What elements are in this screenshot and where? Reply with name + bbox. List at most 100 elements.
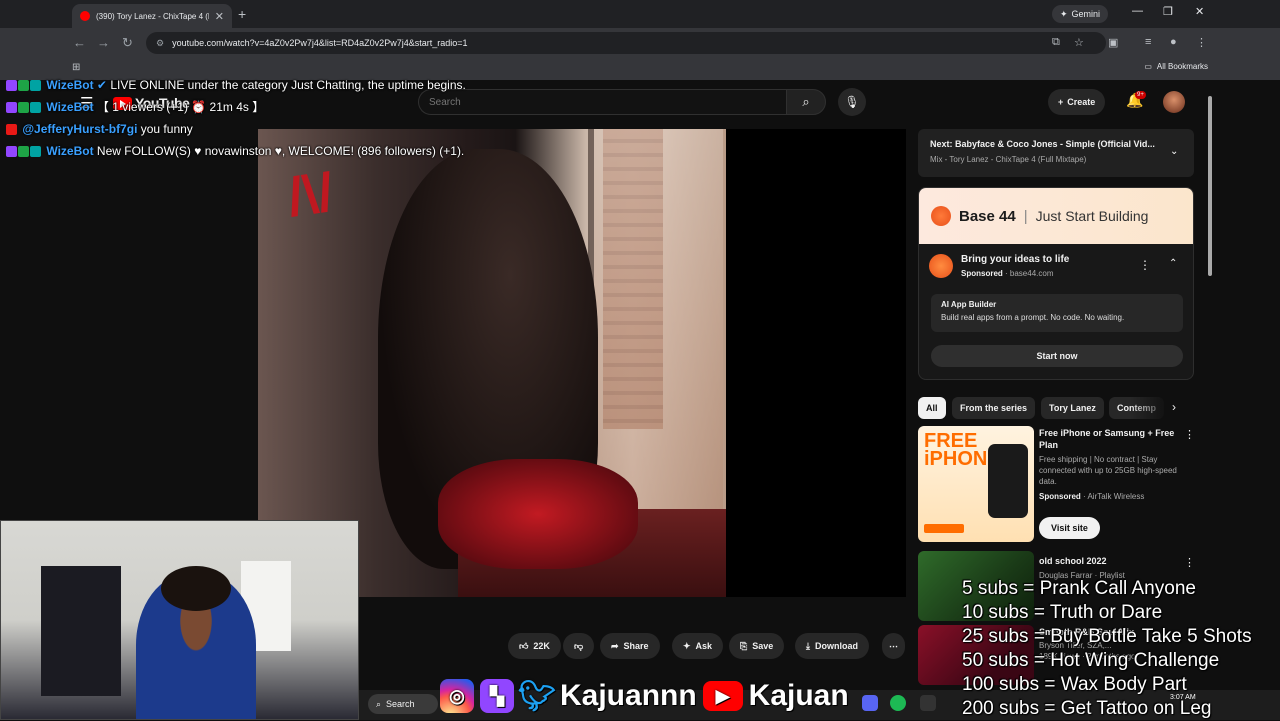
streamer-hair [161, 566, 231, 611]
apps-grid-icon[interactable]: ⊞ [72, 62, 80, 73]
like-count: 22K [533, 641, 550, 651]
profile-icon[interactable]: ● [1170, 36, 1177, 48]
download-icon: ⤓ [806, 640, 810, 651]
chevron-right-icon[interactable]: › [1172, 400, 1176, 414]
video-thumbnail[interactable]: FREE iPHONE 11 [918, 426, 1034, 542]
up-next-box[interactable]: Next: Babyface & Coco Jones - Simple (Of… [918, 129, 1194, 177]
social-handle: Kajuannn [560, 679, 697, 712]
like-button[interactable]: 👍︎ 22K [508, 633, 561, 659]
ad-detail-box: AI App Builder Build real apps from a pr… [931, 294, 1183, 332]
phone-image [988, 444, 1028, 518]
browser-tab[interactable]: (390) Tory Lanez - ChixTape 4 (F ✕ [72, 4, 232, 28]
sponsored-ad-card[interactable]: Base 44 | Just Start Building Bring your… [918, 187, 1194, 380]
check-icon: ✔ [96, 78, 111, 92]
bookmark-star-icon[interactable]: ☆ [1074, 36, 1084, 49]
search-icon: ⌕ [376, 698, 382, 709]
bookmark-icon: ⎘ [740, 640, 748, 651]
video-title[interactable]: old school 2022 [1039, 555, 1179, 567]
visit-site-button[interactable]: Visit site [1039, 517, 1100, 539]
chip-from-the-series[interactable]: From the series [952, 397, 1036, 419]
create-button[interactable]: + Create [1048, 89, 1106, 115]
window-close-icon[interactable]: ✕ [1195, 5, 1204, 18]
save-button[interactable]: ⎘ Save [729, 633, 785, 659]
chat-username: @JefferyHurst-bf7gi [22, 122, 138, 136]
back-icon[interactable]: ← [73, 35, 86, 50]
youtube-icon: ▶ [702, 681, 743, 711]
sub-goal: 50 subs = Hot Wing Challenge [962, 650, 1220, 671]
stream-chat-overlay: WizeBot ✔ LIVE ONLINE under the category… [6, 78, 496, 166]
tab-close-icon[interactable]: ✕ [215, 10, 224, 23]
app-icon[interactable] [920, 695, 936, 711]
verified-badge-icon [18, 102, 29, 114]
tab-title: (390) Tory Lanez - ChixTape 4 (F [96, 11, 209, 21]
twitch-badge-icon [6, 102, 17, 114]
extensions-icon[interactable]: ▣ [1108, 36, 1118, 49]
video-title[interactable]: Free iPhone or Samsung + Free Plan [1039, 427, 1179, 451]
twitch-badge-icon [6, 146, 17, 158]
ad-more-icon[interactable]: ⋮ [1139, 258, 1151, 272]
ask-button[interactable]: ✦ Ask [672, 633, 724, 659]
ad-headline: Bring your ideas to life [961, 254, 1070, 265]
chip-all[interactable]: All [918, 397, 946, 419]
all-bookmarks[interactable]: ▭ All Bookmarks [1144, 62, 1208, 71]
chat-badges [6, 80, 41, 92]
chevron-up-icon[interactable]: ⌃ [1169, 258, 1177, 269]
download-label: Download [814, 641, 858, 651]
advertiser-avatar-icon [929, 254, 953, 278]
install-icon[interactable]: ⧉ [1052, 36, 1060, 49]
chat-message: WizeBot New FOLLOW(S) ♥ novawinston ♥, W… [6, 144, 496, 159]
sparkle-icon: ✦ [1060, 8, 1068, 19]
chat-username: WizeBot [46, 144, 94, 158]
microphone-icon: 🎙 [844, 95, 860, 109]
discord-icon[interactable] [862, 695, 878, 711]
youtube-badge-icon [6, 124, 17, 136]
create-label: Create [1067, 97, 1096, 107]
ad-banner[interactable]: Base 44 | Just Start Building [919, 188, 1193, 244]
media-icon[interactable]: ≡ [1145, 36, 1151, 48]
video-description: Free shipping | No contract | Stay conne… [1039, 455, 1177, 486]
chevron-down-icon[interactable]: ⌄ [1170, 146, 1178, 157]
reload-icon[interactable]: ↻ [122, 35, 133, 51]
chat-badges [6, 102, 41, 114]
video-more-icon[interactable]: ⋮ [1184, 428, 1195, 441]
base44-logo-icon [931, 206, 951, 226]
sub-goal: 10 subs = Truth or Dare [962, 602, 1163, 623]
download-button[interactable]: ⤓ Download [795, 633, 869, 659]
chat-badges [6, 124, 17, 136]
share-icon: ➦ [611, 640, 619, 651]
bot-badge-icon [30, 80, 41, 92]
chat-text: you funny [140, 122, 193, 136]
chat-username: WizeBot [46, 78, 94, 92]
menu-kebab-icon[interactable]: ⋮ [1196, 36, 1207, 49]
gemini-button[interactable]: ✦ Gemini [1052, 5, 1109, 23]
up-next-title: Next: Babyface & Coco Jones - Simple (Of… [930, 139, 1155, 149]
ad-detail-desc: Build real apps from a prompt. No code. … [941, 313, 1125, 322]
sub-goal: 200 subs = Get Tattoo on Leg [962, 698, 1212, 719]
share-button[interactable]: ➦ Share [600, 633, 660, 659]
minimize-icon[interactable]: — [1132, 5, 1143, 17]
account-avatar[interactable] [1163, 91, 1185, 113]
chat-text: New FOLLOW(S) ♥ novawinston ♥, WELCOME! … [96, 144, 465, 158]
video-more-icon[interactable]: ⋮ [1184, 556, 1195, 569]
voice-search-button[interactable]: 🎙 [838, 88, 866, 116]
taskbar-search[interactable]: ⌕ Search [368, 694, 438, 714]
up-next-subtitle: Mix - Tory Lanez - ChixTape 4 (Full Mixt… [930, 155, 1087, 164]
ad-sponsor-line: Sponsored · base44.com [961, 269, 1069, 278]
more-actions-button[interactable]: ⋯ [882, 633, 905, 659]
spotify-icon[interactable] [890, 695, 906, 711]
chat-message: WizeBot ✔ LIVE ONLINE under the category… [6, 78, 496, 93]
site-info-icon[interactable]: ⚙ [156, 38, 164, 49]
sub-goal: 5 subs = Prank Call Anyone [962, 578, 1196, 599]
start-now-button[interactable]: Start now [931, 345, 1183, 367]
new-tab-button[interactable]: + [238, 6, 246, 22]
scrollbar-thumb[interactable] [1208, 96, 1212, 276]
dislike-button[interactable]: 👎︎ [563, 633, 595, 659]
more-horizontal-icon: ⋯ [889, 640, 898, 651]
forward-icon[interactable]: → [97, 35, 110, 50]
thumbnail-badge [924, 524, 964, 533]
search-button[interactable]: ⌕ [786, 89, 826, 115]
bot-badge-icon [30, 102, 41, 114]
chip-tory-lanez[interactable]: Tory Lanez [1041, 397, 1104, 419]
maximize-icon[interactable]: ❐ [1163, 5, 1173, 18]
address-bar[interactable]: ⚙ youtube.com/watch?v=4aZ0v2Pw7j4&list=R… [146, 32, 1106, 54]
